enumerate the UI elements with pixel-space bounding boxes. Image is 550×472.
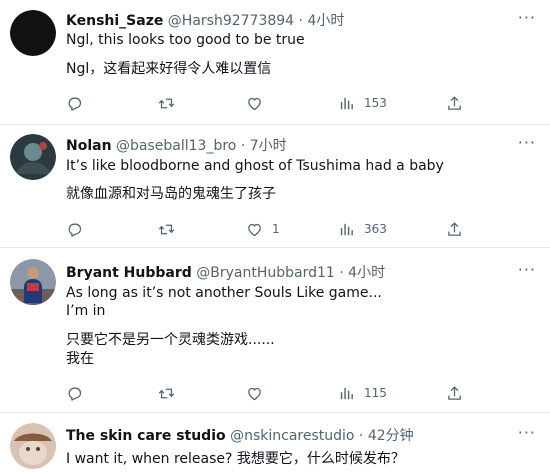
tweet-text-line: 只要它不是另一个灵魂类游戏...... bbox=[66, 332, 275, 348]
tweet-text-line: I’m in bbox=[66, 303, 106, 319]
retweet-button[interactable] bbox=[158, 93, 184, 113]
views-button[interactable]: 153 bbox=[338, 93, 387, 113]
retweet-icon bbox=[158, 221, 175, 238]
tweet-actions: 153 bbox=[66, 93, 486, 113]
tweet-item[interactable]: Kenshi_Saze @Harsh92773894 · 4小时 ··· Ngl… bbox=[0, 0, 550, 124]
like-button[interactable] bbox=[246, 93, 272, 113]
author-handle[interactable]: @Harsh92773894 bbox=[168, 13, 294, 29]
author-name[interactable]: Bryant Hubbard bbox=[66, 265, 192, 281]
tweet-text-line: Ngl, this looks too good to be true bbox=[66, 32, 305, 48]
separator-dot: · bbox=[358, 428, 364, 444]
reply-button[interactable] bbox=[66, 93, 92, 113]
views-button[interactable]: 115 bbox=[338, 383, 387, 403]
retweet-icon bbox=[158, 95, 175, 112]
tweet-item[interactable]: Nolan @baseball13_bro · 7小时 ··· It’s lik… bbox=[0, 125, 550, 247]
heart-icon bbox=[246, 221, 263, 238]
view-count: 363 bbox=[364, 222, 387, 236]
share-icon bbox=[446, 385, 463, 402]
tweet-text-line: Ngl，这看起来好得令人难以置信 bbox=[66, 61, 272, 77]
more-icon[interactable]: ··· bbox=[518, 133, 536, 152]
view-count: 153 bbox=[364, 96, 387, 110]
author-name[interactable]: Nolan bbox=[66, 138, 112, 154]
tweet-header: Bryant Hubbard @BryantHubbard11 · 4小时 bbox=[66, 262, 385, 282]
more-icon[interactable]: ··· bbox=[518, 8, 536, 27]
timestamp[interactable]: 4小时 bbox=[348, 265, 385, 281]
retweet-button[interactable] bbox=[158, 383, 184, 403]
retweet-icon bbox=[158, 385, 175, 402]
timestamp[interactable]: 4小时 bbox=[307, 13, 344, 29]
avatar-image bbox=[10, 10, 56, 56]
timestamp[interactable]: 42分钟 bbox=[368, 428, 414, 444]
share-icon bbox=[446, 221, 463, 238]
reply-feed: Kenshi_Saze @Harsh92773894 · 4小时 ··· Ngl… bbox=[0, 0, 550, 472]
reply-button[interactable] bbox=[66, 219, 92, 239]
like-count: 1 bbox=[272, 222, 280, 236]
heart-icon bbox=[246, 95, 263, 112]
tweet-item[interactable]: Bryant Hubbard @BryantHubbard11 · 4小时 ··… bbox=[0, 248, 550, 412]
avatar-image bbox=[10, 134, 56, 180]
share-button[interactable] bbox=[446, 383, 463, 403]
tweet-item[interactable]: The skin care studio @nskincarestudio · … bbox=[0, 413, 550, 472]
views-icon bbox=[338, 221, 355, 238]
share-icon bbox=[446, 95, 463, 112]
reply-icon bbox=[66, 221, 83, 238]
author-handle[interactable]: @nskincarestudio bbox=[230, 428, 354, 444]
tweet-actions: 1 363 bbox=[66, 219, 486, 239]
tweet-header: Kenshi_Saze @Harsh92773894 · 4小时 bbox=[66, 10, 344, 30]
reply-icon bbox=[66, 95, 83, 112]
tweet-text-line: I want it, when release? 我想要它，什么时候发布？ bbox=[66, 451, 405, 467]
share-button[interactable] bbox=[446, 219, 463, 239]
more-icon[interactable]: ··· bbox=[518, 260, 536, 279]
share-button[interactable] bbox=[446, 93, 463, 113]
tweet-text-line: As long as it’s not another Souls Like g… bbox=[66, 285, 382, 301]
avatar-image bbox=[10, 423, 56, 469]
like-button[interactable] bbox=[246, 383, 272, 403]
author-name[interactable]: The skin care studio bbox=[66, 428, 226, 444]
view-count: 115 bbox=[364, 386, 387, 400]
tweet-header: Nolan @baseball13_bro · 7小时 bbox=[66, 135, 287, 155]
separator-dot: · bbox=[240, 138, 246, 154]
reply-icon bbox=[66, 385, 83, 402]
author-handle[interactable]: @baseball13_bro bbox=[116, 138, 236, 154]
tweet-text-line: It’s like bloodborne and ghost of Tsushi… bbox=[66, 158, 444, 174]
retweet-button[interactable] bbox=[158, 219, 184, 239]
views-icon bbox=[338, 385, 355, 402]
avatar[interactable] bbox=[10, 10, 56, 56]
avatar[interactable] bbox=[10, 423, 56, 469]
avatar[interactable] bbox=[10, 134, 56, 180]
separator-dot: · bbox=[339, 265, 344, 281]
avatar[interactable] bbox=[10, 259, 56, 305]
separator-dot: · bbox=[298, 13, 303, 29]
author-handle[interactable]: @BryantHubbard11 bbox=[196, 265, 335, 281]
tweet-text-line: 我在 bbox=[66, 351, 94, 367]
heart-icon bbox=[246, 385, 263, 402]
views-icon bbox=[338, 95, 355, 112]
tweet-actions: 115 bbox=[66, 383, 486, 403]
author-name[interactable]: Kenshi_Saze bbox=[66, 13, 163, 29]
timestamp[interactable]: 7小时 bbox=[250, 138, 287, 154]
like-button[interactable]: 1 bbox=[246, 219, 280, 239]
tweet-header: The skin care studio @nskincarestudio · … bbox=[66, 425, 414, 445]
views-button[interactable]: 363 bbox=[338, 219, 387, 239]
avatar-image bbox=[10, 259, 56, 305]
reply-button[interactable] bbox=[66, 383, 92, 403]
tweet-text-line: 就像血源和对马岛的鬼魂生了孩子 bbox=[66, 186, 276, 202]
more-icon[interactable]: ··· bbox=[518, 423, 536, 442]
